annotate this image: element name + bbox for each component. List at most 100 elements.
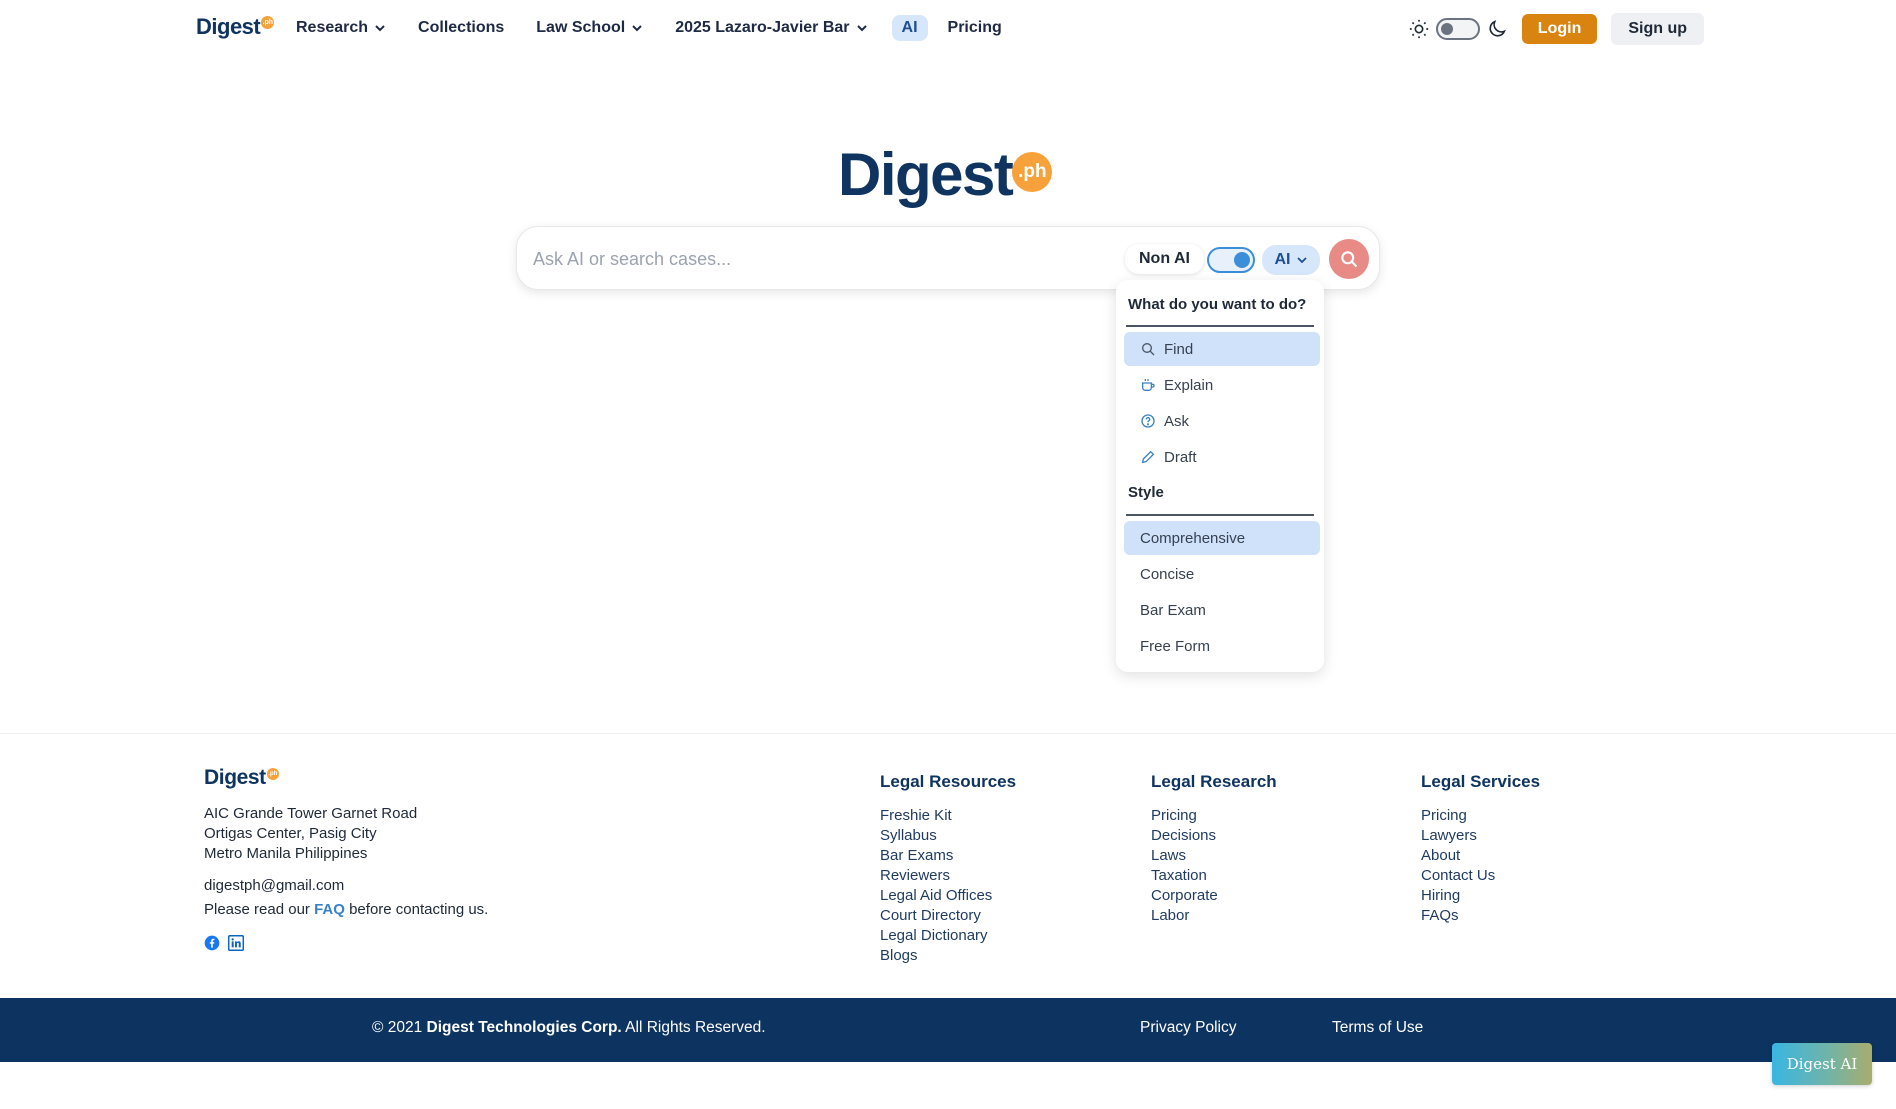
nav-research-label: Research (296, 19, 369, 36)
footer-col-legal-research: Legal Research Pricing Decisions Laws Ta… (1151, 772, 1277, 926)
style-comprehensive[interactable]: Comprehensive (1124, 521, 1320, 555)
task-heading: What do you want to do? (1128, 296, 1307, 313)
note-before: Please read our (204, 901, 315, 918)
style-heading: Style (1128, 484, 1164, 501)
footer-link[interactable]: Legal Dictionary (880, 926, 1016, 946)
task-explain[interactable]: Explain (1124, 368, 1320, 402)
task-find[interactable]: Find (1124, 332, 1320, 366)
note-after: before contacting us. (344, 901, 489, 918)
brand-logo-text: Digest (196, 14, 261, 39)
nav-bar-2025[interactable]: 2025 Lazaro-Javier Bar (667, 15, 875, 41)
chevron-down-icon (375, 25, 385, 32)
copyright-text: © 2021 Digest Technologies Corp. All Rig… (372, 1019, 766, 1037)
footer-link[interactable]: Court Directory (880, 906, 1016, 926)
style-comprehensive-label: Comprehensive (1140, 529, 1246, 547)
footer-link[interactable]: Reviewers (880, 866, 1016, 886)
moon-icon (1489, 20, 1506, 37)
hero-logo: Digest .ph (838, 142, 1053, 208)
footer-col-title: Legal Services (1421, 772, 1541, 791)
nav-collections-label: Collections (418, 19, 505, 36)
search-icon (1142, 343, 1155, 356)
task-ask-label: Ask (1164, 412, 1190, 430)
footer-link[interactable]: FAQs (1421, 906, 1540, 926)
style-concise[interactable]: Concise (1124, 557, 1320, 591)
nav-ai[interactable]: AI (891, 15, 928, 41)
footer-link[interactable]: Pricing (1421, 806, 1540, 826)
ai-mode-toggle[interactable] (1207, 247, 1255, 273)
style-free-form[interactable]: Free Form (1124, 629, 1320, 663)
style-divider (1126, 514, 1314, 516)
footer-col-legal-services: Legal Services Pricing Lawyers About Con… (1421, 772, 1540, 926)
address-line: Ortigas Center, Pasig City (204, 825, 377, 842)
social-links (204, 935, 252, 951)
address-line: Metro Manila Philippines (204, 845, 368, 862)
main-menu: Research Collections Law School 2025 Laz… (288, 15, 1026, 41)
task-ask[interactable]: Ask (1124, 404, 1320, 438)
coffee-icon (1142, 379, 1155, 391)
footer-link[interactable]: Pricing (1151, 806, 1277, 826)
footer-link[interactable]: Taxation (1151, 866, 1277, 886)
linkedin-icon[interactable] (228, 935, 244, 951)
signup-button[interactable]: Sign up (1611, 13, 1704, 45)
ai-mode-toggle-knob (1234, 252, 1250, 268)
nav-collections[interactable]: Collections (410, 15, 512, 41)
nav-ai-label: AI (901, 19, 918, 36)
ai-mode-select[interactable]: AI (1262, 245, 1320, 275)
footer-link[interactable]: Freshie Kit (880, 806, 1016, 826)
faq-link[interactable]: FAQ (314, 901, 345, 918)
footer-email[interactable]: digestph@gmail.com (204, 877, 344, 894)
ai-options-dropdown: What do you want to do? Find Explain Ask… (1116, 280, 1324, 672)
style-free-form-label: Free Form (1140, 637, 1211, 655)
footer-link[interactable]: Legal Aid Offices (880, 886, 1016, 906)
style-bar-exam[interactable]: Bar Exam (1124, 593, 1320, 627)
search-input[interactable] (533, 245, 1093, 273)
footer-link[interactable]: Labor (1151, 906, 1277, 926)
footer-address: AIC Grande Tower Garnet Road Ortigas Cen… (204, 804, 417, 864)
search-button[interactable] (1329, 239, 1369, 279)
login-button[interactable]: Login (1521, 14, 1598, 44)
chevron-down-icon (632, 25, 642, 32)
terms-of-use-link[interactable]: Terms of Use (1332, 1019, 1423, 1037)
nav-research[interactable]: Research (288, 15, 394, 41)
footer-link[interactable]: About (1421, 846, 1540, 866)
brand-logo[interactable]: Digest .ph (196, 14, 275, 40)
pencil-icon (1141, 450, 1155, 464)
footer-ph-badge: .ph (266, 768, 279, 780)
theme-toggle[interactable] (1435, 18, 1480, 40)
footer-link[interactable]: Bar Exams (880, 846, 1016, 866)
brand-ph-badge: .ph (261, 16, 275, 29)
footer-link[interactable]: Hiring (1421, 886, 1540, 906)
sun-icon (1409, 19, 1428, 39)
footer-link[interactable]: Blogs (880, 946, 1016, 966)
footer: Digest .ph AIC Grande Tower Garnet Road … (0, 733, 1896, 998)
footer-link[interactable]: Lawyers (1421, 826, 1540, 846)
task-divider (1126, 325, 1314, 327)
search-icon (1341, 251, 1358, 268)
footer-link[interactable]: Laws (1151, 846, 1277, 866)
copyright-suffix: All Rights Reserved. (621, 1019, 766, 1036)
nav-law-school[interactable]: Law School (528, 15, 651, 41)
style-concise-label: Concise (1140, 565, 1195, 583)
theme-toggle-knob (1440, 23, 1453, 35)
footer-link[interactable]: Decisions (1151, 826, 1277, 846)
footer-link[interactable]: Syllabus (880, 826, 1016, 846)
task-draft[interactable]: Draft (1124, 440, 1320, 474)
nav-pricing[interactable]: Pricing (940, 15, 1010, 41)
nav-pricing-label: Pricing (947, 19, 1002, 36)
address-line: AIC Grande Tower Garnet Road (204, 805, 418, 822)
footer-logo[interactable]: Digest .ph (204, 766, 279, 790)
footer-col-legal-resources: Legal Resources Freshie Kit Syllabus Bar… (880, 772, 1016, 966)
facebook-icon[interactable] (204, 935, 220, 951)
hero-ph-badge: .ph (1012, 152, 1053, 192)
footer-bottom-bar: © 2021 Digest Technologies Corp. All Rig… (0, 998, 1896, 1062)
footer-logo-text: Digest (204, 766, 266, 789)
task-explain-label: Explain (1164, 376, 1214, 394)
task-draft-label: Draft (1164, 448, 1197, 466)
nav-law-school-label: Law School (536, 19, 626, 36)
digest-ai-floating-button[interactable]: Digest AI (1772, 1043, 1872, 1085)
non-ai-option[interactable]: Non AI (1125, 244, 1204, 274)
privacy-policy-link[interactable]: Privacy Policy (1140, 1019, 1236, 1037)
nav-actions: Login Sign up (1408, 13, 1704, 45)
footer-link[interactable]: Contact Us (1421, 866, 1540, 886)
footer-link[interactable]: Corporate (1151, 886, 1277, 906)
